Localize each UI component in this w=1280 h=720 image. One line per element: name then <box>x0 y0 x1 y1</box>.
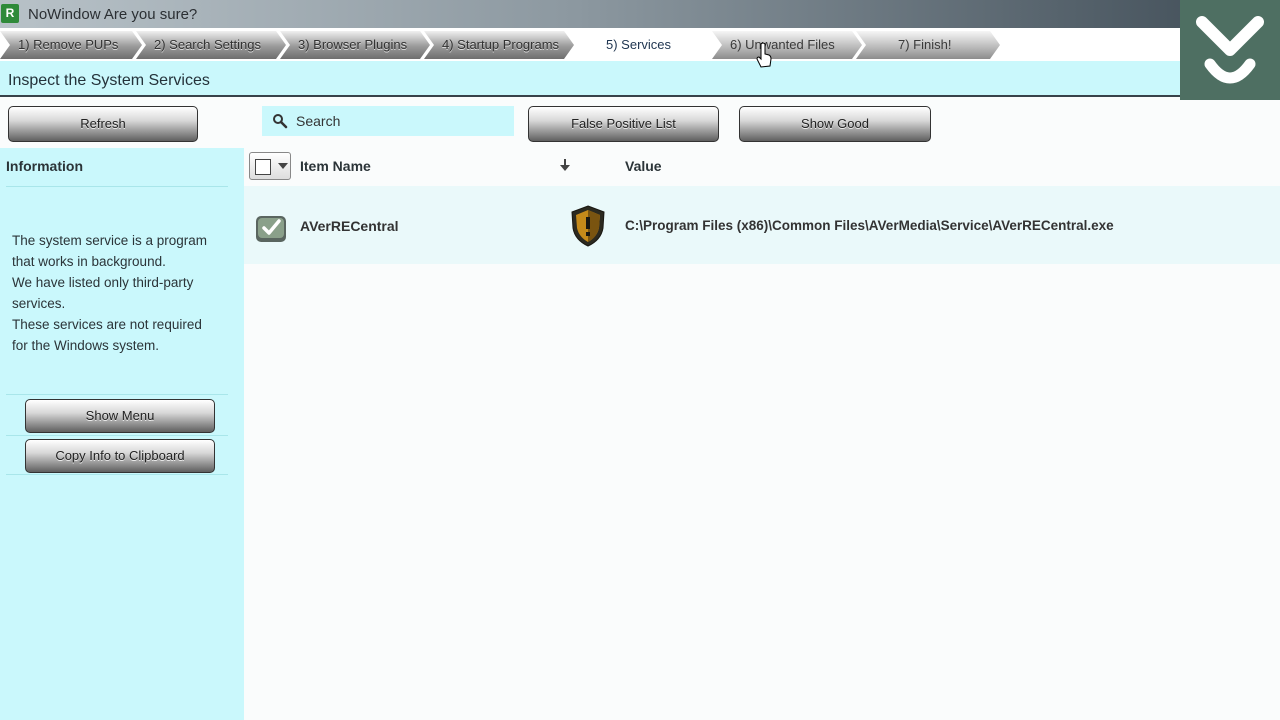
divider <box>6 474 228 475</box>
divider <box>6 394 228 395</box>
column-header-item-name[interactable]: Item Name <box>300 158 371 174</box>
title-bar: R NoWindow Are you sure? <box>0 0 1280 28</box>
table-row[interactable]: AVerRECentral C:\Program Files (x86)\Com… <box>244 186 1280 264</box>
copy-info-button[interactable]: Copy Info to Clipboard <box>25 439 215 473</box>
page-title: Inspect the System Services <box>8 72 210 89</box>
app-icon: R <box>1 4 19 23</box>
row-item-value: C:\Program Files (x86)\Common Files\AVer… <box>625 218 1114 233</box>
search-input[interactable] <box>296 111 496 131</box>
service-check-icon <box>256 216 286 242</box>
search-icon <box>273 114 288 129</box>
info-line: for the Windows system. <box>12 338 160 353</box>
select-all-checkbox[interactable] <box>249 152 291 180</box>
checkmark-logo-icon <box>1196 16 1264 84</box>
step-search-settings[interactable]: 2) Search Settings <box>136 31 286 59</box>
hand-cursor-icon <box>756 42 772 68</box>
info-line: The system service is a program <box>12 233 208 248</box>
step-startup-programs[interactable]: 4) Startup Programs <box>424 31 574 59</box>
shield-icon <box>571 205 605 247</box>
step-unwanted-files[interactable]: 6) Unwanted Files <box>712 31 862 59</box>
info-line: We have listed only third-party <box>12 275 194 290</box>
info-line: that works in background. <box>12 254 166 269</box>
checkbox-square <box>255 159 271 175</box>
show-good-button[interactable]: Show Good <box>739 106 931 142</box>
sidebar-info-text: The system service is a program that wor… <box>12 230 232 356</box>
brand-logo <box>1180 0 1280 100</box>
sidebar-heading: Information <box>6 158 83 174</box>
step-browser-plugins[interactable]: 3) Browser Plugins <box>280 31 430 59</box>
refresh-button[interactable]: Refresh <box>8 106 198 142</box>
show-menu-button[interactable]: Show Menu <box>25 399 215 433</box>
info-line: services. <box>12 296 66 311</box>
step-finish[interactable]: 7) Finish! <box>856 31 1000 59</box>
window-title: NoWindow Are you sure? <box>28 6 198 23</box>
column-header-value[interactable]: Value <box>625 158 662 174</box>
page-header: Inspect the System Services <box>0 61 1180 97</box>
search-box <box>262 106 514 136</box>
false-positive-list-button[interactable]: False Positive List <box>528 106 719 142</box>
step-services[interactable]: 5) Services <box>588 31 718 59</box>
info-line: These services are not required <box>12 317 202 332</box>
divider <box>6 435 228 436</box>
wizard-steps: 1) Remove PUPs 2) Search Settings 3) Bro… <box>0 28 1180 61</box>
step-remove-pups[interactable]: 1) Remove PUPs <box>0 31 142 59</box>
info-sidebar: Information The system service is a prog… <box>0 148 244 720</box>
chevron-down-icon[interactable] <box>278 163 288 169</box>
divider <box>6 186 228 187</box>
sort-arrow-icon[interactable] <box>559 158 571 172</box>
row-item-name: AVerRECentral <box>300 218 399 234</box>
